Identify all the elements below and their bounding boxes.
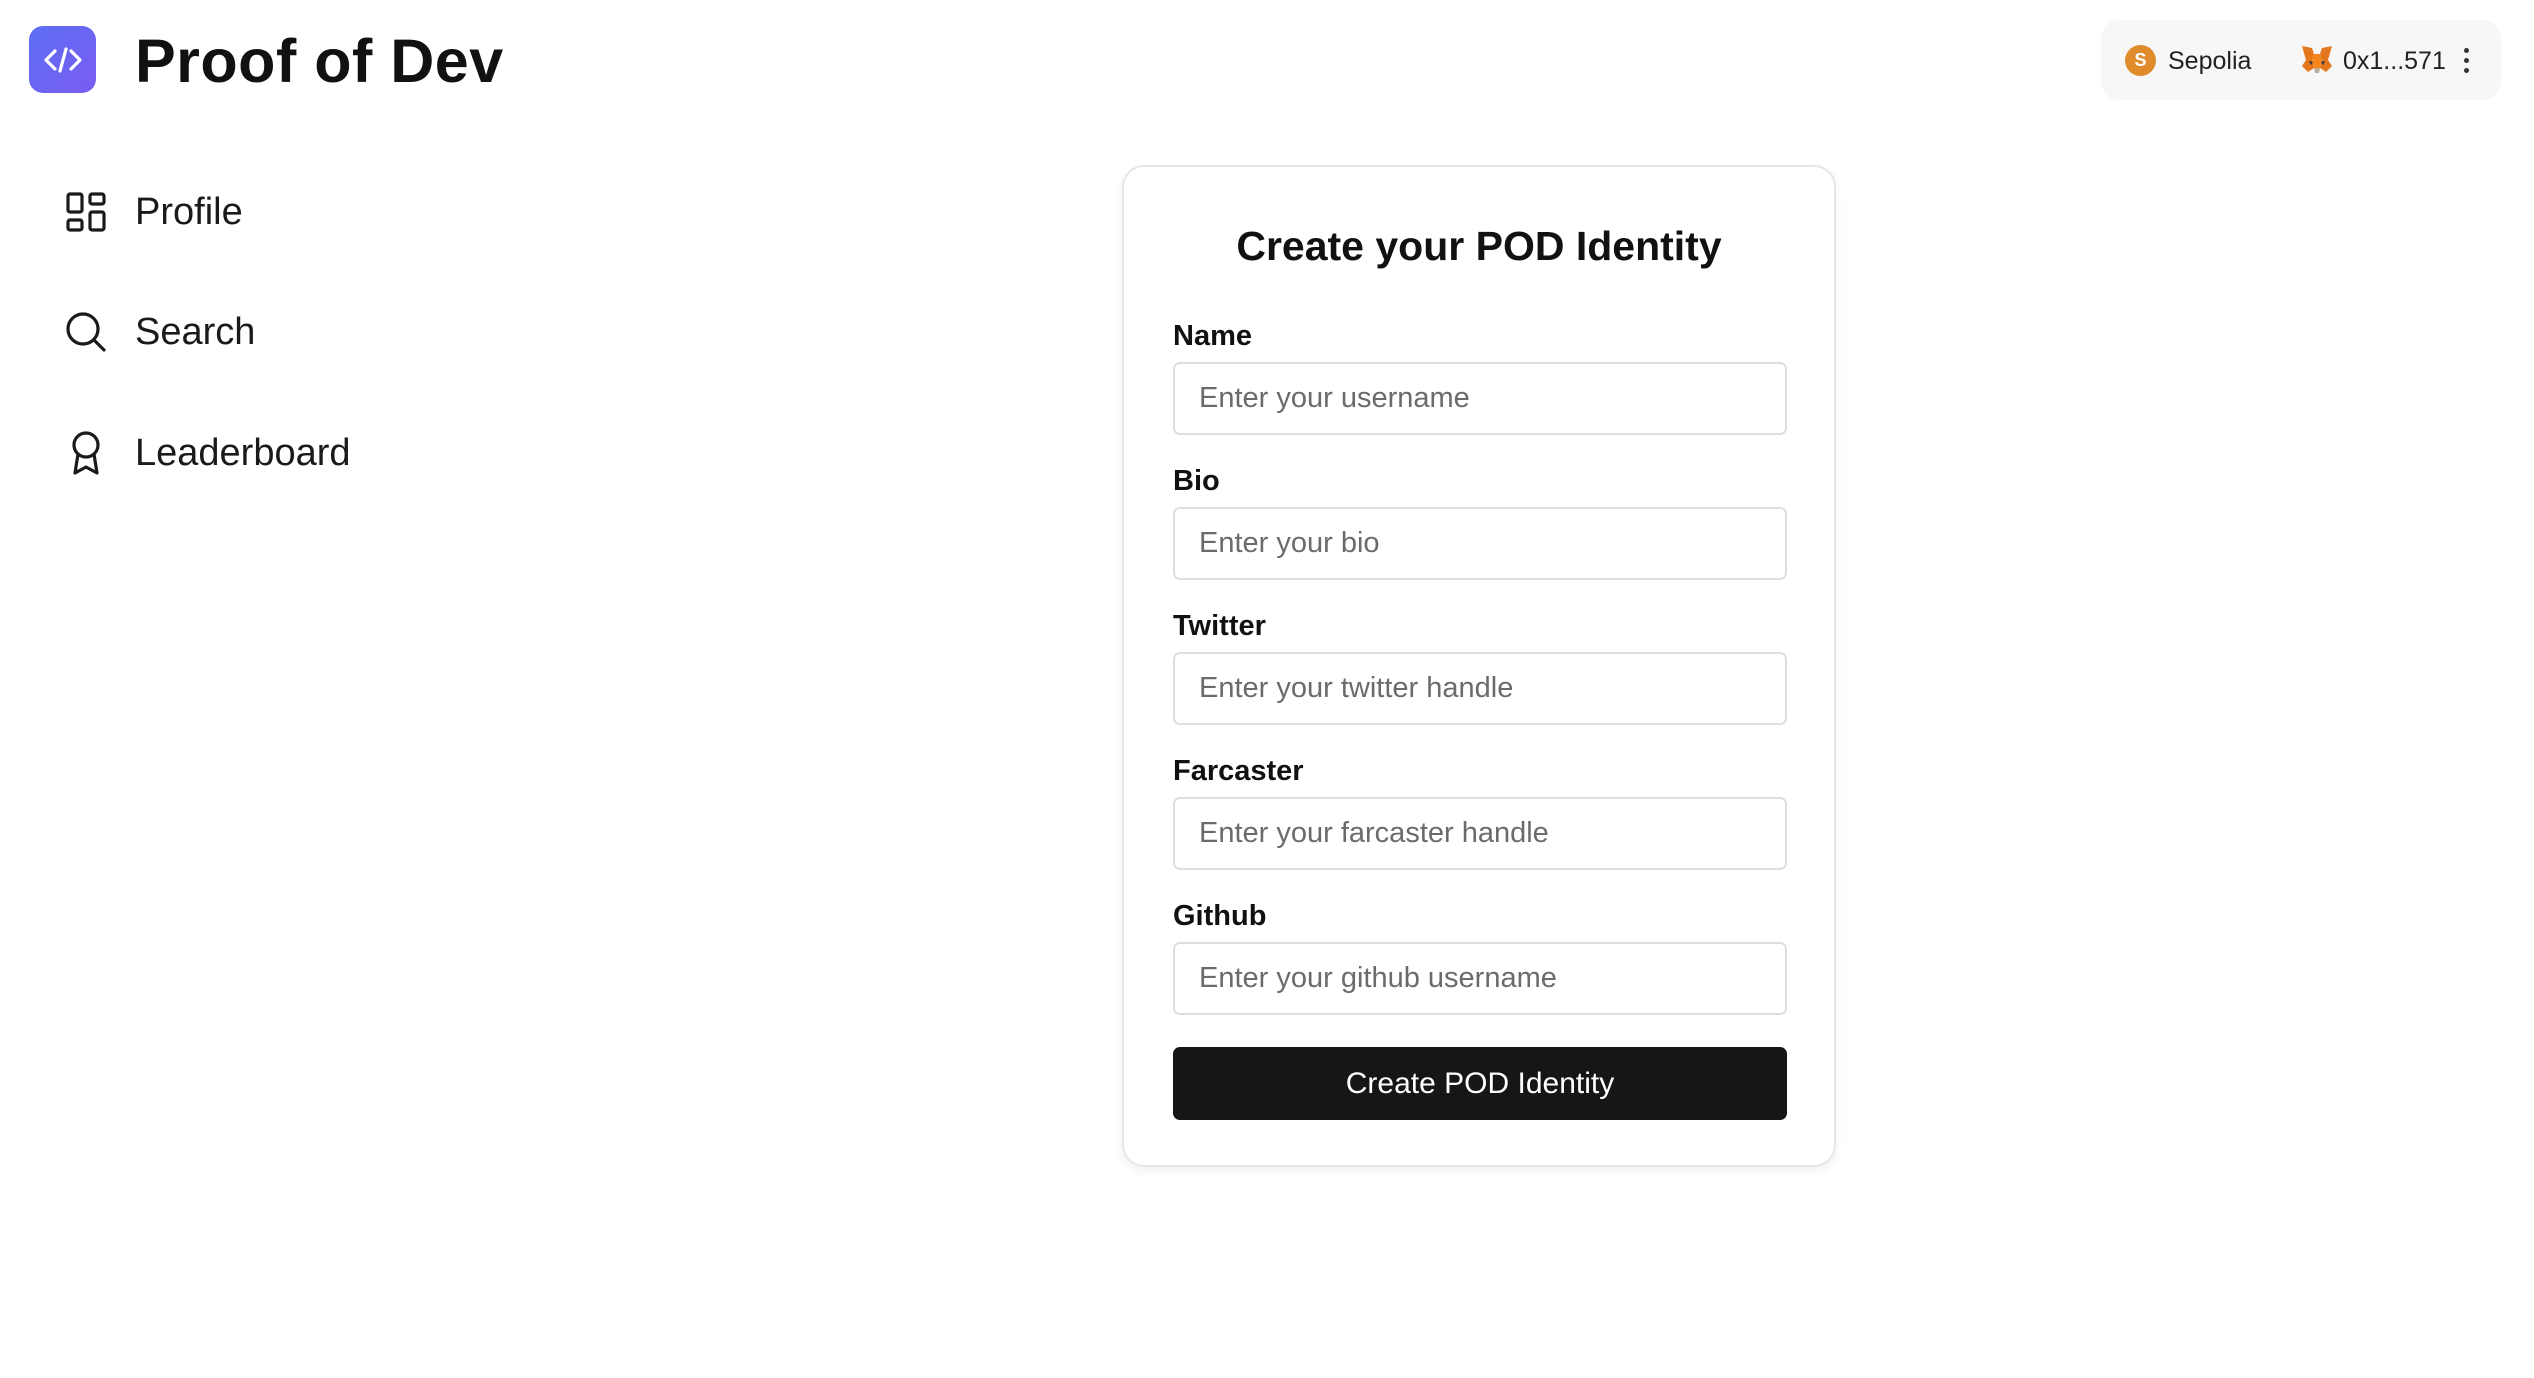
network-label[interactable]: Sepolia xyxy=(2168,44,2251,78)
form-title: Create your POD Identity xyxy=(1236,223,1722,269)
github-label: Github xyxy=(1173,900,1267,932)
sidebar-item-label: Profile xyxy=(135,191,243,233)
search-icon xyxy=(60,306,112,358)
sidebar-item-search[interactable]: Search xyxy=(60,302,400,362)
twitter-input[interactable] xyxy=(1173,652,1787,725)
award-icon xyxy=(60,427,112,479)
metamask-fox-icon[interactable] xyxy=(2300,44,2334,76)
bio-label: Bio xyxy=(1173,465,1220,497)
network-badge-icon[interactable]: S xyxy=(2125,45,2156,76)
bio-input[interactable] xyxy=(1173,507,1787,580)
twitter-label: Twitter xyxy=(1173,610,1266,642)
github-input[interactable] xyxy=(1173,942,1787,1015)
farcaster-input[interactable] xyxy=(1173,797,1787,870)
more-options-icon[interactable] xyxy=(2456,40,2476,80)
sidebar-item-profile[interactable]: Profile xyxy=(60,182,400,242)
sidebar-item-leaderboard[interactable]: Leaderboard xyxy=(60,423,400,483)
name-label: Name xyxy=(1173,320,1252,352)
farcaster-label: Farcaster xyxy=(1173,755,1304,787)
sidebar-item-label: Leaderboard xyxy=(135,432,351,474)
wallet-bar: S Sepolia 0x1...571 xyxy=(2101,20,2501,100)
create-identity-card: Create your POD Identity Name Bio Twitte… xyxy=(1122,165,1836,1167)
sidebar-item-label: Search xyxy=(135,311,256,353)
app-logo[interactable] xyxy=(29,26,96,93)
name-input[interactable] xyxy=(1173,362,1787,435)
grid-icon xyxy=(60,186,112,238)
wallet-address[interactable]: 0x1...571 xyxy=(2343,44,2446,78)
app-title: Proof of Dev xyxy=(135,27,504,95)
code-icon xyxy=(43,46,82,73)
create-identity-button[interactable]: Create POD Identity xyxy=(1173,1047,1787,1120)
